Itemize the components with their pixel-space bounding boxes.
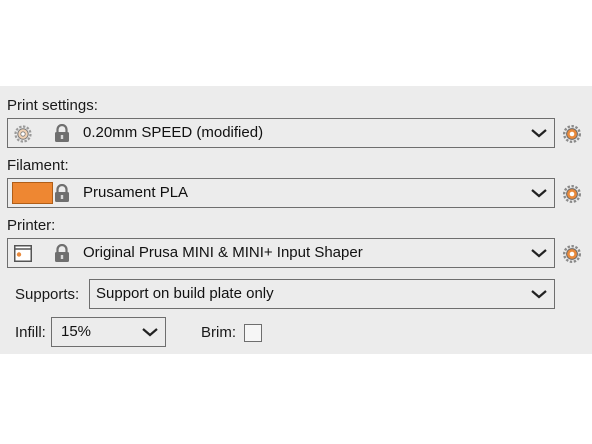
- lock-icon[interactable]: [53, 124, 71, 143]
- supports-value: Support on build plate only: [96, 285, 274, 302]
- print-settings-value: 0.20mm SPEED (modified): [83, 124, 264, 141]
- gear-icon[interactable]: [13, 124, 33, 144]
- brim-label: Brim:: [201, 324, 236, 341]
- infill-value: 15%: [61, 323, 92, 340]
- print-settings-label: Print settings:: [7, 97, 98, 114]
- print-settings-gear-icon[interactable]: [562, 124, 582, 144]
- filament-gear-icon[interactable]: [562, 184, 582, 204]
- chevron-down-icon[interactable]: [530, 247, 548, 259]
- supports-combo[interactable]: Support on build plate only: [89, 279, 555, 309]
- brim-checkbox[interactable]: [244, 324, 262, 342]
- chevron-down-icon[interactable]: [530, 288, 548, 300]
- filament-color-swatch[interactable]: [12, 182, 53, 204]
- printer-label: Printer:: [7, 217, 56, 234]
- printer-gear-icon[interactable]: [562, 244, 582, 264]
- chevron-down-icon[interactable]: [141, 326, 159, 338]
- print-settings-panel: Print settings: 0.20mm SPEED (modified) …: [0, 86, 592, 354]
- printer-value: Original Prusa MINI & MINI+ Input Shaper: [83, 244, 363, 261]
- filament-value: Prusament PLA: [83, 184, 189, 201]
- supports-label: Supports:: [15, 286, 80, 303]
- printer-icon: [14, 245, 32, 262]
- chevron-down-icon[interactable]: [530, 127, 548, 139]
- filament-combo[interactable]: Prusament PLA: [7, 178, 555, 208]
- lock-icon[interactable]: [53, 244, 71, 263]
- infill-combo[interactable]: 15%: [51, 317, 166, 347]
- printer-combo[interactable]: Original Prusa MINI & MINI+ Input Shaper: [7, 238, 555, 268]
- lock-icon[interactable]: [53, 184, 71, 203]
- infill-label: Infill:: [15, 324, 46, 341]
- filament-label: Filament:: [7, 157, 69, 174]
- chevron-down-icon[interactable]: [530, 187, 548, 199]
- print-settings-combo[interactable]: 0.20mm SPEED (modified): [7, 118, 555, 148]
